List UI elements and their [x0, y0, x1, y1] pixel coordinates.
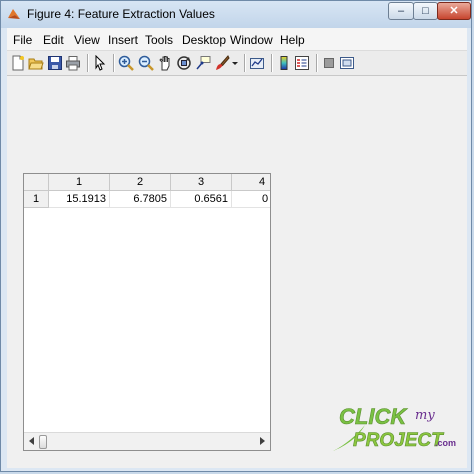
- minimize-button[interactable]: –: [388, 2, 414, 20]
- table-cell[interactable]: 0: [232, 191, 270, 208]
- toolbar-separator: [113, 54, 115, 72]
- scroll-right-arrow-icon[interactable]: [260, 437, 265, 445]
- save-icon[interactable]: [47, 55, 63, 71]
- figure-window: Figure 4: Feature Extraction Values – □ …: [0, 0, 472, 472]
- open-file-icon[interactable]: [28, 55, 44, 71]
- menu-desktop[interactable]: Desktop: [182, 33, 226, 47]
- watermark-com-text: .com: [435, 438, 456, 448]
- table-cell[interactable]: 15.1913: [49, 191, 110, 208]
- toolbar-separator: [244, 54, 246, 72]
- menu-view[interactable]: View: [74, 33, 100, 47]
- table-cell[interactable]: 0.6561: [171, 191, 232, 208]
- scroll-left-arrow-icon[interactable]: [29, 437, 34, 445]
- column-header-1[interactable]: 1: [49, 174, 110, 191]
- hide-plot-tools-icon[interactable]: [321, 55, 337, 71]
- legend-icon[interactable]: [294, 55, 310, 71]
- window-title: Figure 4: Feature Extraction Values: [27, 7, 215, 21]
- dropdown-arrow-icon[interactable]: [231, 55, 239, 71]
- menu-bar: File Edit View Insert Tools Desktop Wind…: [7, 28, 467, 50]
- row-header-1[interactable]: 1: [24, 191, 49, 208]
- rotate-3d-icon[interactable]: [176, 55, 192, 71]
- figure-toolbar: [7, 50, 467, 76]
- pointer-icon[interactable]: [92, 55, 108, 71]
- zoom-in-icon[interactable]: [118, 55, 134, 71]
- pan-icon[interactable]: [157, 55, 173, 71]
- maximize-button[interactable]: □: [413, 2, 438, 20]
- scrollbar-thumb[interactable]: [39, 435, 47, 449]
- close-button[interactable]: ✕: [437, 2, 471, 20]
- toolbar-separator: [316, 54, 318, 72]
- brush-icon[interactable]: [214, 55, 230, 71]
- column-header-4[interactable]: 4: [232, 174, 270, 191]
- menu-help[interactable]: Help: [280, 33, 305, 47]
- watermark-click-text: CLICK: [339, 404, 408, 429]
- menu-file[interactable]: File: [13, 33, 32, 47]
- uitable[interactable]: 1 2 3 4 1 15.1913 6.7805 0.6561 0: [23, 173, 271, 451]
- show-plot-tools-icon[interactable]: [339, 55, 355, 71]
- column-header-2[interactable]: 2: [110, 174, 171, 191]
- colorbar-icon[interactable]: [276, 55, 292, 71]
- table-cell[interactable]: 6.7805: [110, 191, 171, 208]
- new-figure-icon[interactable]: [10, 55, 26, 71]
- toolbar-separator: [271, 54, 273, 72]
- matlab-app-icon: [8, 9, 20, 19]
- menu-tools[interactable]: Tools: [145, 33, 173, 47]
- menu-edit[interactable]: Edit: [43, 33, 64, 47]
- link-plot-icon[interactable]: [249, 55, 265, 71]
- watermark-my-text: my: [415, 408, 435, 423]
- column-header-3[interactable]: 3: [171, 174, 232, 191]
- title-bar[interactable]: Figure 4: Feature Extraction Values – □ …: [1, 1, 471, 28]
- table-corner-header: [24, 174, 49, 191]
- watermark-project-text: PROJECT: [353, 430, 444, 451]
- data-cursor-icon[interactable]: [195, 55, 211, 71]
- toolbar-separator: [87, 54, 89, 72]
- menu-window[interactable]: Window: [230, 33, 273, 47]
- clickmyproject-watermark-logo: CLICK my PROJECT .com: [333, 404, 456, 451]
- print-icon[interactable]: [65, 55, 81, 71]
- menu-insert[interactable]: Insert: [108, 33, 138, 47]
- zoom-out-icon[interactable]: [138, 55, 154, 71]
- horizontal-scrollbar[interactable]: [24, 432, 270, 450]
